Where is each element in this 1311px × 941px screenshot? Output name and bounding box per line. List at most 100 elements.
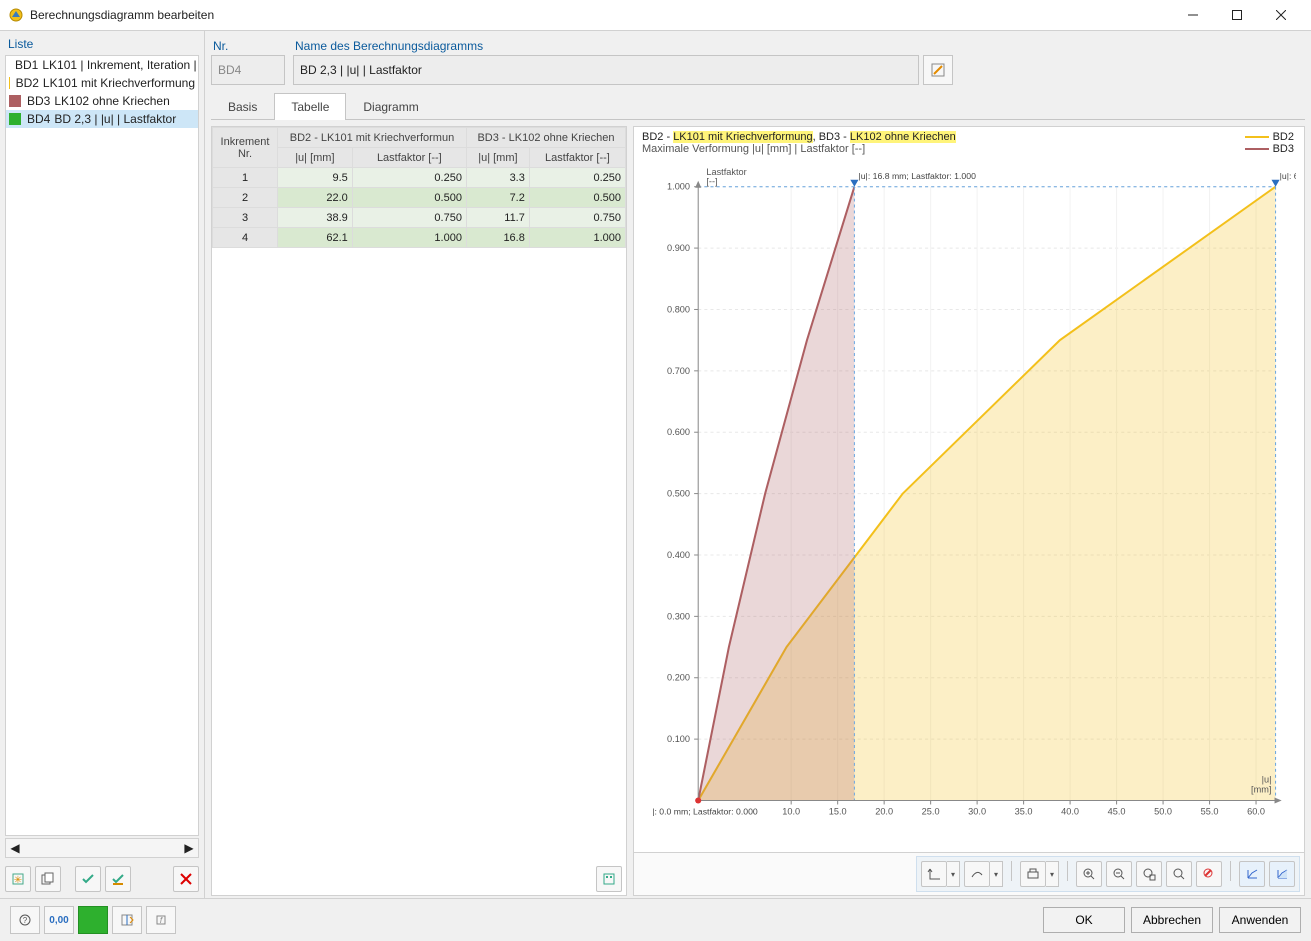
maximize-button[interactable] xyxy=(1215,1,1259,29)
svg-text:[mm]: [mm] xyxy=(1251,785,1271,795)
scroll-right-icon[interactable]: ▶ xyxy=(180,841,198,855)
svg-text:55.0: 55.0 xyxy=(1201,806,1219,816)
svg-text:|u|: 16.8 mm; Lastfaktor: 1.00: |u|: 16.8 mm; Lastfaktor: 1.000 xyxy=(858,171,976,181)
delete-button[interactable] xyxy=(173,866,199,892)
data-table[interactable]: Inkrement Nr. BD2 - LK101 mit Kriechverf… xyxy=(212,127,626,248)
svg-text:15.0: 15.0 xyxy=(829,806,847,816)
zoom-window-button[interactable] xyxy=(1136,861,1162,887)
tab-tabelle[interactable]: Tabelle xyxy=(274,93,346,120)
copy-item-button[interactable] xyxy=(35,866,61,892)
svg-text:0.500: 0.500 xyxy=(667,489,690,499)
help-button[interactable]: ? xyxy=(10,906,40,934)
chart-panel: BD2 - LK101 mit Kriechverformung, BD3 - … xyxy=(633,126,1305,896)
svg-text:0.800: 0.800 xyxy=(667,305,690,315)
tab-basis[interactable]: Basis xyxy=(211,93,274,120)
table-panel: Inkrement Nr. BD2 - LK101 mit Kriechverf… xyxy=(211,126,627,896)
th-group-bd2: BD2 - LK101 mit Kriechverformun xyxy=(278,128,467,148)
svg-text:0.100: 0.100 xyxy=(667,734,690,744)
axes-button[interactable] xyxy=(921,861,947,887)
sidebar-item-code: BD2 xyxy=(16,76,39,90)
app-icon xyxy=(8,7,24,23)
svg-text:0.300: 0.300 xyxy=(667,611,690,621)
axes-menu-caret[interactable]: ▾ xyxy=(947,861,960,887)
table-row[interactable]: 222.00.5007.20.500 xyxy=(213,188,626,208)
svg-text:|u|: 62.1 mm; Lastfaktor: 1.0: |u|: 62.1 mm; Lastfaktor: 1.0 xyxy=(1280,171,1296,181)
chart-view-2-button[interactable] xyxy=(1269,861,1295,887)
script-button[interactable]: f xyxy=(146,906,176,934)
svg-text:[--]: [--] xyxy=(706,177,717,187)
sidebar-item-bd2[interactable]: BD2 LK101 mit Kriechverformung xyxy=(6,74,198,92)
check-all-button[interactable] xyxy=(75,866,101,892)
color-swatch-icon xyxy=(9,77,10,89)
name-label: Name des Berechnungsdiagramms xyxy=(293,37,953,55)
header-fields: Nr. BD4 Name des Berechnungsdiagramms BD… xyxy=(211,37,1305,85)
apply-button[interactable]: Anwenden xyxy=(1219,907,1301,933)
units-button[interactable]: 0,00 xyxy=(44,906,74,934)
svg-text:20.0: 20.0 xyxy=(875,806,893,816)
scroll-left-icon[interactable]: ◀ xyxy=(6,841,24,855)
title-bar: Berechnungsdiagramm bearbeiten xyxy=(0,0,1311,31)
cancel-button[interactable]: Abbrechen xyxy=(1131,907,1213,933)
dialog-bottom-bar: ? 0,00 f OK Abbrechen Anwenden xyxy=(0,898,1311,941)
print-button[interactable] xyxy=(1020,861,1046,887)
svg-text:|u|: |u| xyxy=(1262,775,1272,785)
color-swatch-icon xyxy=(9,113,21,125)
sidebar-item-bd1[interactable]: BD1 LK101 | Inkrement, Iteration | xyxy=(6,56,198,74)
curve-style-button[interactable] xyxy=(964,861,990,887)
window-title: Berechnungsdiagramm bearbeiten xyxy=(30,8,214,22)
svg-text:1.000: 1.000 xyxy=(667,182,690,192)
th-u-bd2: |u| [mm] xyxy=(278,148,353,168)
table-row[interactable]: 338.90.75011.70.750 xyxy=(213,208,626,228)
svg-text:50.0: 50.0 xyxy=(1154,806,1172,816)
tabbar: Basis Tabelle Diagramm xyxy=(211,93,1305,120)
chart-view-1-button[interactable] xyxy=(1239,861,1265,887)
sidebar-item-bd3[interactable]: BD3 LK102 ohne Kriechen xyxy=(6,92,198,110)
print-menu-caret[interactable]: ▾ xyxy=(1046,861,1059,887)
color-swatch-icon xyxy=(9,95,21,107)
svg-text:0.600: 0.600 xyxy=(667,427,690,437)
chart-subtitle: Maximale Verformung |u| [mm] | Lastfakto… xyxy=(642,143,1296,155)
svg-text:25.0: 25.0 xyxy=(922,806,940,816)
zoom-fit-button[interactable] xyxy=(1166,861,1192,887)
close-button[interactable] xyxy=(1259,1,1303,29)
filter-button[interactable] xyxy=(112,906,142,934)
sidebar-list[interactable]: BD1 LK101 | Inkrement, Iteration | BD2 L… xyxy=(5,55,199,836)
export-table-button[interactable] xyxy=(596,866,622,892)
minimize-button[interactable] xyxy=(1171,1,1215,29)
uncheck-all-button[interactable] xyxy=(105,866,131,892)
th-group-bd3: BD3 - LK102 ohne Kriechen xyxy=(466,128,625,148)
sidebar: Liste BD1 LK101 | Inkrement, Iteration |… xyxy=(0,31,205,900)
sidebar-label: Liste xyxy=(0,31,204,55)
table-row[interactable]: 462.11.00016.81.000 xyxy=(213,228,626,248)
chart-plot-area[interactable]: 0.1000.2000.3000.4000.5000.6000.7000.800… xyxy=(642,157,1296,850)
ok-button[interactable]: OK xyxy=(1043,907,1125,933)
name-field[interactable]: BD 2,3 | |u| | Lastfaktor xyxy=(293,55,919,85)
nr-field: BD4 xyxy=(211,55,285,85)
svg-text:45.0: 45.0 xyxy=(1108,806,1126,816)
svg-text:|: 0.0 mm; Lastfaktor: 0.000: |: 0.0 mm; Lastfaktor: 0.000 xyxy=(652,806,758,816)
zoom-reset-button[interactable] xyxy=(1196,861,1222,887)
table-row[interactable]: 19.50.2503.30.250 xyxy=(213,168,626,188)
sidebar-toolbar: ✳ xyxy=(0,862,204,900)
svg-text:Lastfaktor: Lastfaktor xyxy=(706,167,746,177)
svg-text:✳: ✳ xyxy=(14,875,22,886)
sidebar-horizontal-scrollbar[interactable]: ◀ ▶ xyxy=(5,838,199,858)
zoom-out-button[interactable] xyxy=(1106,861,1132,887)
zoom-in-button[interactable] xyxy=(1076,861,1102,887)
svg-text:35.0: 35.0 xyxy=(1015,806,1033,816)
chart-legend: BD2 BD3 xyxy=(1245,131,1294,155)
curve-menu-caret[interactable]: ▾ xyxy=(990,861,1003,887)
tab-diagramm[interactable]: Diagramm xyxy=(346,93,435,120)
svg-text:?: ? xyxy=(23,916,28,925)
th-inkrement: Inkrement Nr. xyxy=(213,128,278,168)
svg-text:40.0: 40.0 xyxy=(1061,806,1079,816)
nr-label: Nr. xyxy=(211,37,285,55)
chart-toolbar: ▾ ▾ ▾ xyxy=(634,852,1304,895)
sidebar-item-bd4[interactable]: BD4 BD 2,3 | |u| | Lastfaktor xyxy=(6,110,198,128)
svg-text:0.200: 0.200 xyxy=(667,673,690,683)
edit-name-button[interactable] xyxy=(923,55,953,85)
svg-text:60.0: 60.0 xyxy=(1247,806,1265,816)
new-item-button[interactable]: ✳ xyxy=(5,866,31,892)
sidebar-item-desc: LK101 mit Kriechverformung xyxy=(43,76,195,90)
color-button[interactable] xyxy=(78,906,108,934)
